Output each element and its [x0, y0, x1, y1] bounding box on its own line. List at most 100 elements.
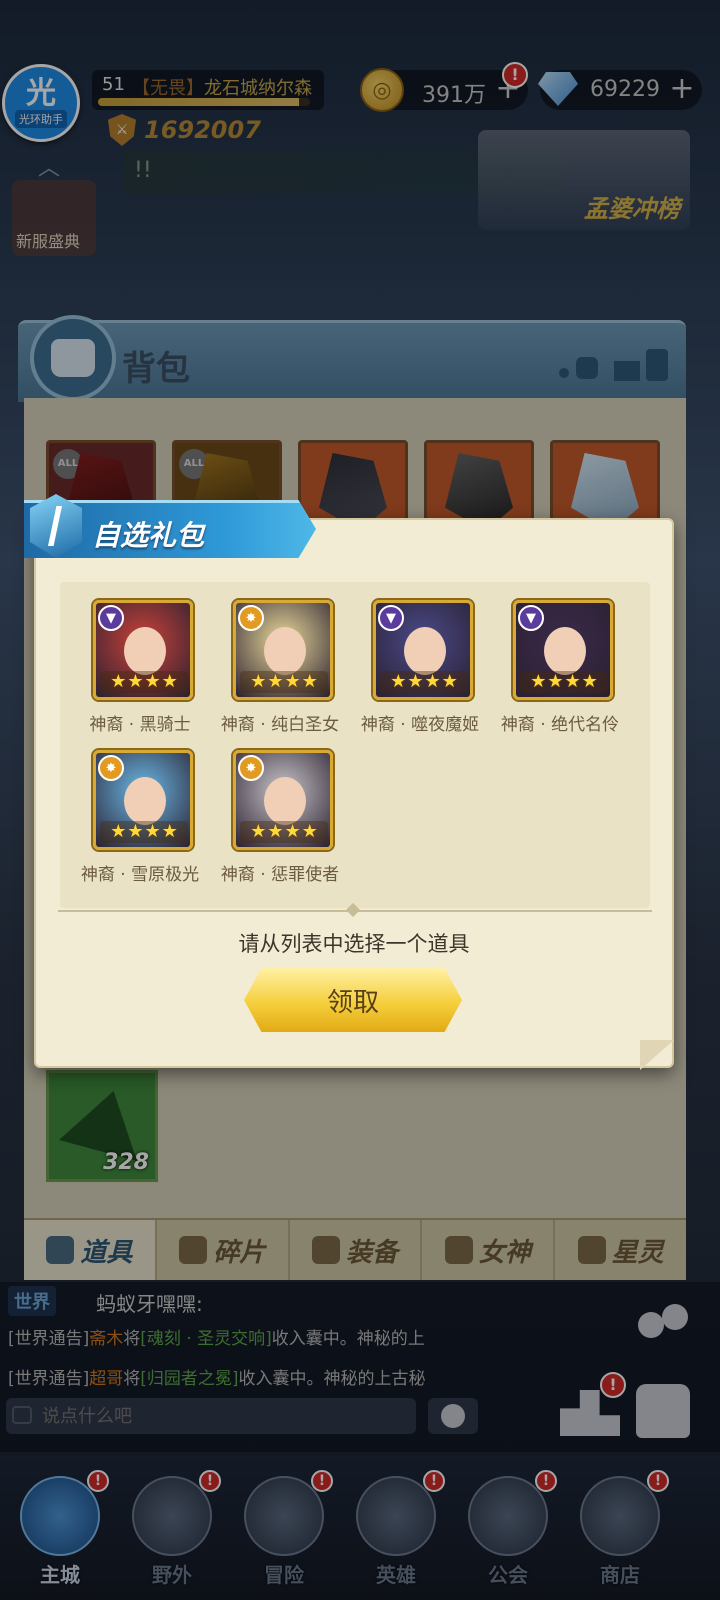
gold-amount: 391万 [422, 83, 486, 108]
add-gem-button[interactable]: + [666, 74, 698, 106]
star-icon: ★ [161, 821, 178, 842]
bag-tab[interactable]: 女神 [422, 1220, 556, 1280]
news-text: !! [134, 158, 152, 183]
hero-name: 神裔 · 惩罪使者 [220, 865, 340, 885]
chat-input[interactable] [6, 1398, 416, 1434]
power-shield-icon: ⚔ [108, 114, 136, 146]
chat-notice-line: [世界通告]超哥将[归园者之冕]收入囊中。神秘的上古秘 [8, 1369, 426, 1389]
emoji-button[interactable] [428, 1398, 478, 1434]
rank-event-label: 孟婆冲榜 [584, 195, 680, 223]
nav-item[interactable]: 野外! [117, 1466, 227, 1596]
hero-option[interactable]: ✸ ★ ★ ★ ★ 神裔 · 雪原极光 [70, 750, 210, 890]
bag-tab[interactable]: 道具 [24, 1220, 157, 1280]
hero-card[interactable]: ▼ ★ ★ ★ ★ [513, 600, 613, 700]
gem-currency: 69229 + [538, 70, 702, 110]
hero-face [264, 627, 306, 675]
bag-tab-label: 碎片 [213, 1237, 266, 1268]
item-count: 328 [103, 1150, 149, 1175]
nav-item[interactable]: 商店! [565, 1466, 675, 1596]
star-icon: ★ [110, 671, 127, 692]
friends-icon[interactable] [636, 1298, 692, 1346]
nav-item[interactable]: 主城! [5, 1466, 115, 1596]
star-icon: ★ [250, 821, 267, 842]
combat-power: ⚔ 1692007 [108, 114, 261, 146]
hero-face [124, 627, 166, 675]
combat-power-value: 1692007 [144, 116, 261, 144]
rank-event-banner[interactable]: 孟婆冲榜 [478, 130, 690, 230]
star-icon: ★ [564, 671, 581, 692]
nav-label: 商店 [600, 1563, 640, 1587]
bag-tab[interactable]: 装备 [290, 1220, 423, 1280]
star-icon: ★ [127, 821, 144, 842]
bag-tab-label: 道具 [80, 1237, 133, 1268]
helper-app-logo[interactable]: 光 光环助手 [2, 64, 80, 142]
hero-star-rating: ★ ★ ★ ★ [380, 671, 468, 693]
hero-faction-icon: ▼ [518, 605, 544, 631]
hero-star-rating: ★ ★ ★ ★ [520, 671, 608, 693]
hero-card[interactable]: ▼ ★ ★ ★ ★ [373, 600, 473, 700]
items-icon [46, 1236, 75, 1264]
hero-faction-icon: ▼ [378, 605, 404, 631]
hero-name: 神裔 · 噬夜魔姬 [360, 715, 480, 735]
nav-item[interactable]: 公会! [453, 1466, 563, 1596]
star-icon: ★ [250, 671, 267, 692]
hero-option[interactable]: ▼ ★ ★ ★ ★ 神裔 · 绝代名伶 [490, 600, 630, 740]
hero-card[interactable]: ✸ ★ ★ ★ ★ [233, 600, 333, 700]
nav-label: 主城 [40, 1563, 80, 1587]
hero-option[interactable]: ▼ ★ ★ ★ ★ 神裔 · 黑骑士 [70, 600, 210, 740]
chat-first-line: 蚂蚁牙嘿嘿: [96, 1292, 203, 1316]
hero-star-rating: ★ ★ ★ ★ [240, 671, 328, 693]
collapse-arrow-icon[interactable]: ︿ [38, 150, 60, 182]
hero-face [264, 777, 306, 825]
nav-label: 冒险 [264, 1563, 304, 1587]
nav-item[interactable]: 冒险! [229, 1466, 339, 1596]
nav-building-icon [244, 1476, 324, 1556]
bag-item-slot-green-shard[interactable]: 328 [46, 1070, 158, 1182]
hero-selection-list: ▼ ★ ★ ★ ★ 神裔 · 黑骑士 ✸ ★ ★ ★ ★ 神裔 · 纯白圣女 ▼ ★ ★ ★ ★ 神裔 · 噬夜魔… [60, 582, 650, 908]
nav-alert-badge: ! [423, 1470, 445, 1492]
star-icon: ★ [284, 821, 301, 842]
ranking-alert-badge: ! [600, 1372, 626, 1398]
nav-alert-badge: ! [311, 1470, 333, 1492]
nav-building-icon [468, 1476, 548, 1556]
nav-alert-badge: ! [87, 1470, 109, 1492]
guild-tag: 【无畏】 [132, 78, 204, 99]
hero-star-rating: ★ ★ ★ ★ [100, 671, 188, 693]
nav-label: 英雄 [376, 1563, 416, 1587]
hero-option[interactable]: ▼ ★ ★ ★ ★ 神裔 · 噬夜魔姬 [350, 600, 490, 740]
hero-option[interactable]: ✸ ★ ★ ★ ★ 神裔 · 惩罪使者 [210, 750, 350, 890]
emoji-icon [441, 1404, 465, 1428]
hero-star-rating: ★ ★ ★ ★ [100, 821, 188, 843]
bag-tab[interactable]: 碎片 [157, 1220, 290, 1280]
player-info-bar[interactable]: 51 【无畏】龙石城纳尔森 [92, 70, 324, 110]
backpack-button-icon[interactable] [636, 1384, 690, 1438]
star-icon: ★ [284, 671, 301, 692]
star-icon: ★ [127, 671, 144, 692]
selection-instruction: 请从列表中选择一个道具 [238, 932, 470, 956]
nav-item[interactable]: 英雄! [341, 1466, 451, 1596]
bag-tab[interactable]: 星灵 [555, 1220, 686, 1280]
player-name-line: 【无畏】龙石城纳尔森 [132, 74, 312, 100]
star-icon: ★ [407, 671, 424, 692]
hero-face [404, 627, 446, 675]
hero-card[interactable]: ▼ ★ ★ ★ ★ [93, 600, 193, 700]
hero-option[interactable]: ✸ ★ ★ ★ ★ 神裔 · 纯白圣女 [210, 600, 350, 740]
bag-tab-label: 星灵 [611, 1237, 664, 1268]
star-icon: ★ [301, 821, 318, 842]
bag-tab-label: 装备 [345, 1237, 398, 1268]
chat-notice-line: [世界通告]斋木将[魂刻 · 圣灵交响]收入囊中。神秘的上 [8, 1329, 425, 1349]
star-icon: ★ [390, 671, 407, 692]
star-icon: ★ [144, 671, 161, 692]
hero-card[interactable]: ✸ ★ ★ ★ ★ [93, 750, 193, 850]
exp-bar-fill [98, 98, 300, 106]
nav-alert-badge: ! [647, 1470, 669, 1492]
new-server-event-button[interactable]: 新服盛典 [12, 180, 96, 256]
player-name: 龙石城纳尔森 [204, 78, 312, 99]
claim-button[interactable]: 领取 [244, 968, 462, 1032]
bottom-navigation: 主城! 野外! 冒险! 英雄! 公会! 商店! [0, 1456, 720, 1600]
goddess-icon [444, 1236, 473, 1264]
star-icon: ★ [267, 671, 284, 692]
hero-card[interactable]: ✸ ★ ★ ★ ★ [233, 750, 333, 850]
star-icon: ★ [161, 671, 178, 692]
chat-channel-label[interactable]: 世界 [8, 1286, 56, 1316]
